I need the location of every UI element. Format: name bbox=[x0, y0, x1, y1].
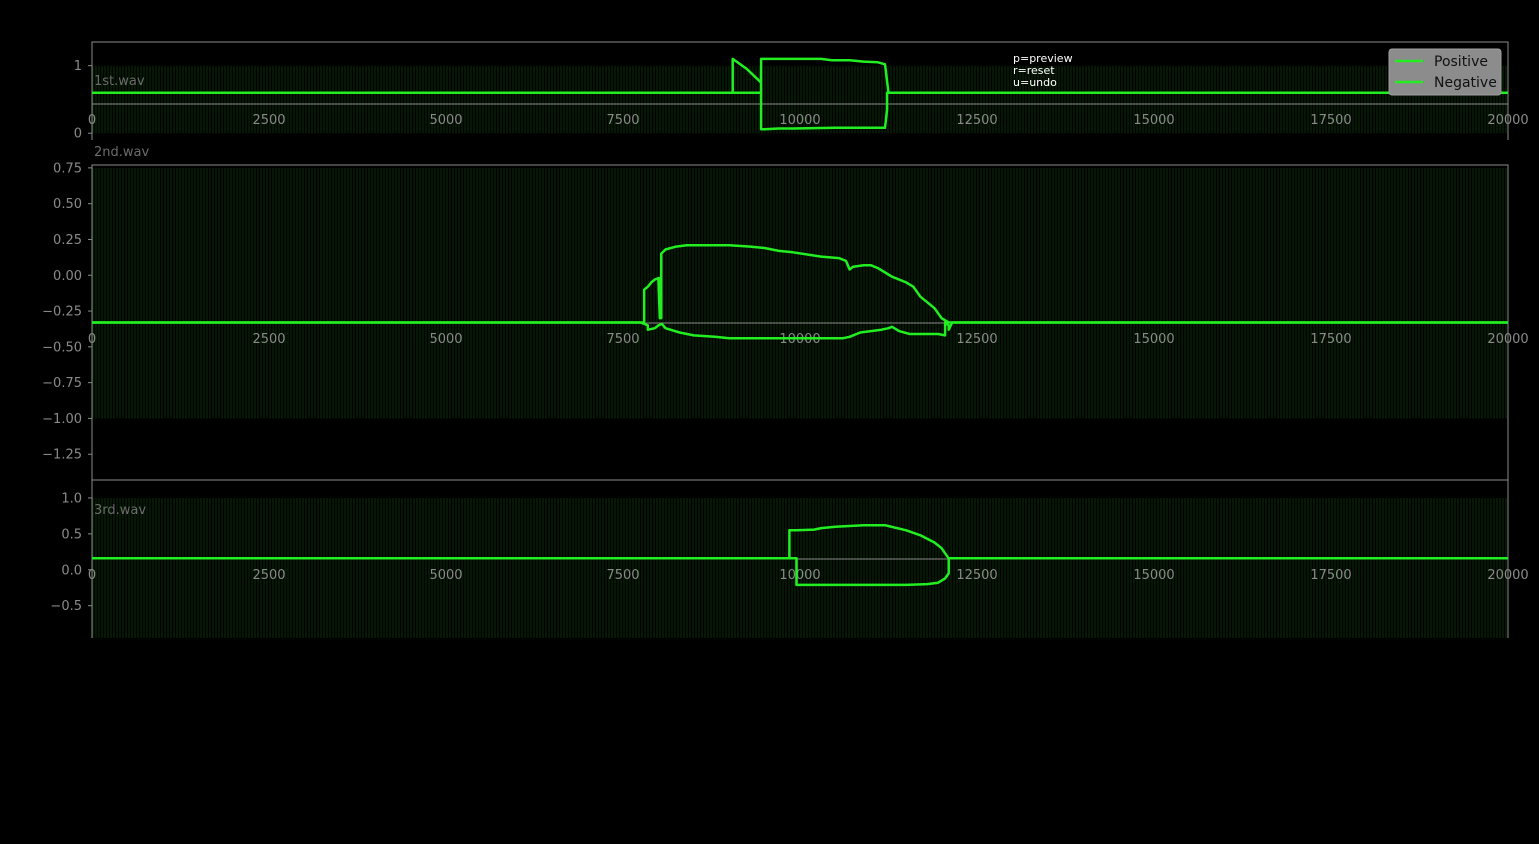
x-tick-label: 17500 bbox=[1310, 568, 1351, 583]
x-tick-label: 10000 bbox=[779, 113, 820, 128]
wav-file-label: 1st.wav bbox=[94, 74, 145, 89]
y-tick-label: 0.50 bbox=[53, 197, 82, 212]
x-tick-label: 0 bbox=[88, 113, 96, 128]
x-tick-label: 12500 bbox=[956, 568, 997, 583]
y-tick-label: −0.50 bbox=[42, 340, 82, 355]
wav-file-label: 2nd.wav bbox=[94, 145, 149, 160]
y-tick-label: −0.5 bbox=[50, 599, 82, 614]
x-tick-label: 15000 bbox=[1133, 332, 1174, 347]
x-tick-label: 12500 bbox=[956, 113, 997, 128]
x-tick-label: 7500 bbox=[606, 113, 639, 128]
legend-label-positive: Positive bbox=[1434, 54, 1488, 70]
x-tick-label: 12500 bbox=[956, 332, 997, 347]
help-line-undo: u=undo bbox=[1013, 76, 1057, 89]
x-tick-label: 20000 bbox=[1487, 332, 1528, 347]
waveform-figure: 0 2500 5000 7500 10000 12500 15000 17500 2000010… bbox=[0, 0, 1539, 844]
y-tick-label: 0.25 bbox=[53, 233, 82, 248]
y-tick-label: 0.75 bbox=[53, 161, 82, 176]
y-tick-label: −0.25 bbox=[42, 305, 82, 320]
x-tick-label: 15000 bbox=[1133, 568, 1174, 583]
y-tick-label: 0.5 bbox=[61, 527, 82, 542]
y-tick-label: −1.25 bbox=[42, 448, 82, 463]
y-tick-label: 0 bbox=[74, 127, 82, 142]
wav-file-label: 3rd.wav bbox=[94, 503, 146, 518]
x-tick-label: 10000 bbox=[779, 568, 820, 583]
x-tick-label: 20000 bbox=[1487, 113, 1528, 128]
x-tick-label: 2500 bbox=[252, 568, 285, 583]
x-tick-label: 5000 bbox=[429, 568, 462, 583]
x-tick-label: 7500 bbox=[606, 568, 639, 583]
y-tick-label: 1 bbox=[74, 59, 82, 74]
x-tick-label: 2500 bbox=[252, 332, 285, 347]
x-tick-label: 17500 bbox=[1310, 332, 1351, 347]
x-tick-label: 15000 bbox=[1133, 113, 1174, 128]
y-tick-label: −0.75 bbox=[42, 376, 82, 391]
x-tick-label: 5000 bbox=[429, 113, 462, 128]
y-tick-label: 1.0 bbox=[61, 491, 82, 506]
legend: Positive Negative bbox=[1388, 48, 1502, 96]
x-tick-label: 0 bbox=[88, 332, 96, 347]
y-tick-label: 0.0 bbox=[61, 563, 82, 578]
x-tick-label: 7500 bbox=[606, 332, 639, 347]
legend-label-negative: Negative bbox=[1434, 75, 1497, 91]
y-tick-label: −1.00 bbox=[42, 412, 82, 427]
x-tick-label: 20000 bbox=[1487, 568, 1528, 583]
x-tick-label: 17500 bbox=[1310, 113, 1351, 128]
x-tick-label: 2500 bbox=[252, 113, 285, 128]
x-tick-label: 5000 bbox=[429, 332, 462, 347]
y-tick-label: 0.00 bbox=[53, 269, 82, 284]
